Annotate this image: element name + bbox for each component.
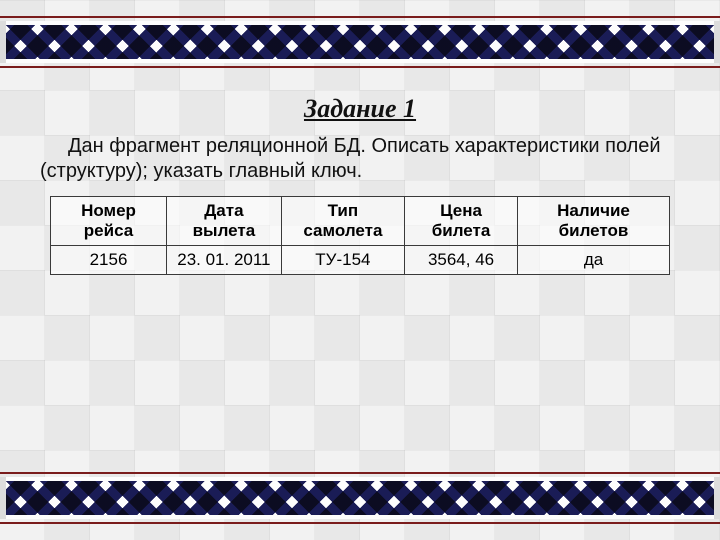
- ornament-top: [0, 14, 720, 70]
- cell-aircraft-type: ТУ-154: [281, 246, 404, 275]
- col-header: Номер рейса: [51, 197, 167, 246]
- cell-flight-number: 2156: [51, 246, 167, 275]
- col-header: Наличие билетов: [518, 197, 670, 246]
- task-description: Дан фрагмент реляционной БД. Описать хар…: [34, 134, 686, 184]
- table-header-row: Номер рейса Дата вылета Тип самолета Цен…: [51, 197, 670, 246]
- cell-ticket-price: 3564, 46: [405, 246, 518, 275]
- task-title: Задание 1: [34, 94, 686, 124]
- col-header: Дата вылета: [167, 197, 282, 246]
- slide-content: Задание 1 Дан фрагмент реляционной БД. О…: [34, 88, 686, 452]
- db-fragment-table: Номер рейса Дата вылета Тип самолета Цен…: [50, 196, 670, 275]
- col-header: Цена билета: [405, 197, 518, 246]
- col-header: Тип самолета: [281, 197, 404, 246]
- cell-departure-date: 23. 01. 2011: [167, 246, 282, 275]
- ornament-bottom: [0, 470, 720, 526]
- cell-availability: да: [518, 246, 670, 275]
- table-row: 2156 23. 01. 2011 ТУ-154 3564, 46 да: [51, 246, 670, 275]
